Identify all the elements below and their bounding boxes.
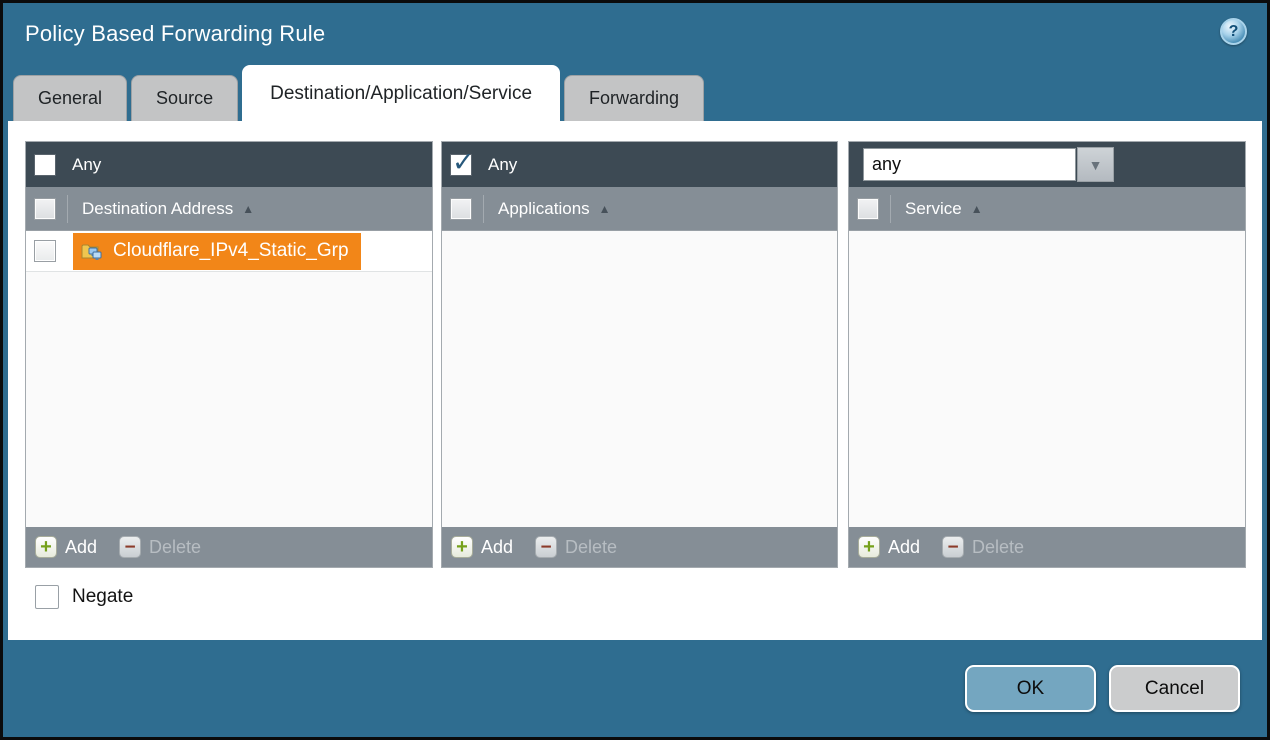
address-group-icon [81,241,104,261]
delete-icon: − [535,536,557,558]
applications-delete-button[interactable]: − Delete [535,536,617,558]
help-icon[interactable]: ? [1220,18,1247,45]
destination-any-label: Any [72,155,101,175]
service-dropdown: ▼ [863,147,1114,182]
destination-list: Cloudflare_IPv4_Static_Grp [26,231,432,527]
applications-any-bar: ✓ Any [442,142,837,187]
applications-list [442,231,837,527]
add-icon: + [858,536,880,558]
applications-select-all-checkbox[interactable] [450,198,472,220]
cancel-button[interactable]: Cancel [1109,665,1240,712]
service-add-button[interactable]: + Add [858,536,920,558]
sort-ascending-icon[interactable]: ▲ [599,202,611,216]
tab-general[interactable]: General [13,75,127,121]
help-glyph: ? [1229,23,1239,41]
destination-address-panel: Any Destination Address ▲ [25,141,433,568]
service-list [849,231,1245,527]
destination-row-checkbox[interactable] [34,240,56,262]
applications-header-label[interactable]: Applications [498,199,590,219]
sort-ascending-icon[interactable]: ▲ [242,202,254,216]
chevron-down-icon[interactable]: ▼ [1077,147,1114,182]
selector-columns: Any Destination Address ▲ [8,121,1262,568]
address-group-name: Cloudflare_IPv4_Static_Grp [113,240,349,262]
negate-option: Negate [35,585,1262,609]
destination-any-checkbox[interactable] [34,154,56,176]
delete-icon: − [942,536,964,558]
service-header-label[interactable]: Service [905,199,962,219]
negate-checkbox[interactable] [35,585,59,609]
service-footer: + Add − Delete [849,527,1245,567]
checkmark-icon: ✓ [452,147,475,178]
applications-add-button[interactable]: + Add [451,536,513,558]
destination-add-button[interactable]: + Add [35,536,97,558]
negate-label: Negate [72,586,133,608]
tab-bar: General Source Destination/Application/S… [3,65,1267,121]
delete-icon: − [119,536,141,558]
service-dropdown-input[interactable] [863,148,1076,181]
dialog-footer: OK Cancel [3,640,1267,737]
title-bar: Policy Based Forwarding Rule ? [3,3,1267,65]
add-icon: + [451,536,473,558]
sort-ascending-icon[interactable]: ▲ [971,202,983,216]
service-delete-button[interactable]: − Delete [942,536,1024,558]
header-separator [67,195,68,223]
header-separator [890,195,891,223]
tab-forwarding[interactable]: Forwarding [564,75,704,121]
service-selector-bar: ▼ [849,142,1245,187]
pbf-rule-dialog: Policy Based Forwarding Rule ? General S… [0,0,1270,740]
tab-destination-application-service[interactable]: Destination/Application/Service [242,65,560,121]
applications-column-header: Applications ▲ [442,187,837,231]
applications-any-label: Any [488,155,517,175]
tab-source[interactable]: Source [131,75,238,121]
destination-column-header: Destination Address ▲ [26,187,432,231]
destination-delete-button[interactable]: − Delete [119,536,201,558]
selected-address-chip[interactable]: Cloudflare_IPv4_Static_Grp [73,233,361,270]
applications-any-checkbox[interactable]: ✓ [450,154,472,176]
tab-content-panel: Any Destination Address ▲ [8,121,1262,640]
header-separator [483,195,484,223]
applications-panel: ✓ Any Applications ▲ + Add − [441,141,838,568]
add-icon: + [35,536,57,558]
service-panel: ▼ Service ▲ + Add − D [848,141,1246,568]
applications-footer: + Add − Delete [442,527,837,567]
destination-any-bar: Any [26,142,432,187]
destination-header-label[interactable]: Destination Address [82,199,233,219]
ok-button[interactable]: OK [965,665,1096,712]
service-column-header: Service ▲ [849,187,1245,231]
dialog-title: Policy Based Forwarding Rule [25,21,325,47]
service-select-all-checkbox[interactable] [857,198,879,220]
destination-footer: + Add − Delete [26,527,432,567]
destination-select-all-checkbox[interactable] [34,198,56,220]
destination-list-item[interactable]: Cloudflare_IPv4_Static_Grp [26,231,432,272]
